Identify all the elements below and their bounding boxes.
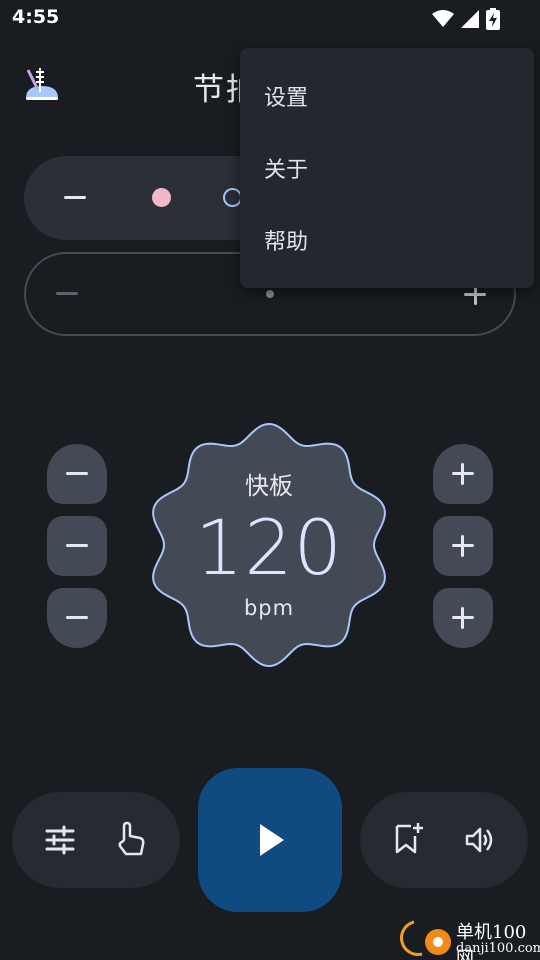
minus-icon [66,472,88,475]
tempo-marking: 快板 [245,472,293,500]
signal-icon [461,10,479,28]
decrease-tempo-1-button[interactable] [47,444,107,504]
status-time: 4:55 [12,6,60,28]
right-controls-pill [360,792,528,888]
decrease-tempo-5-button[interactable] [47,516,107,576]
watermark-url: danji100.com [456,941,540,956]
decrease-tempo-10-button[interactable] [47,588,107,648]
play-icon [260,824,284,856]
tempo-value[interactable]: 120 [144,503,394,592]
tempo-unit: bpm [243,596,295,620]
increase-tempo-10-button[interactable] [433,588,493,648]
minus-icon [66,616,88,619]
tap-icon[interactable] [114,820,148,858]
wifi-icon [432,10,454,27]
play-button[interactable] [198,768,342,912]
minus-icon [66,544,88,547]
plus-icon-bar [461,463,464,485]
beat-accent-dot[interactable] [152,188,171,207]
plus-icon-bar [461,607,464,629]
increase-tempo-5-button[interactable] [433,516,493,576]
system-icons [432,8,500,30]
app-logo-icon [26,68,58,100]
menu-item-about[interactable]: 关于 [240,132,534,204]
menu-item-help[interactable]: 帮助 [240,204,534,276]
remove-subdivision-button[interactable] [56,292,78,295]
menu-item-settings[interactable]: 设置 [240,60,534,132]
tune-icon[interactable] [44,824,76,856]
increase-tempo-1-button[interactable] [433,444,493,504]
overflow-menu: 设置 关于 帮助 [240,48,534,288]
plus-icon-bar [461,535,464,557]
subdivision-dot[interactable] [266,290,274,298]
battery-charging-icon [486,8,500,30]
volume-icon[interactable] [464,824,496,856]
left-controls-pill [12,792,180,888]
status-bar: 4:55 [0,0,540,38]
bookmark-add-icon[interactable] [394,822,424,856]
remove-beat-button[interactable] [64,196,86,199]
